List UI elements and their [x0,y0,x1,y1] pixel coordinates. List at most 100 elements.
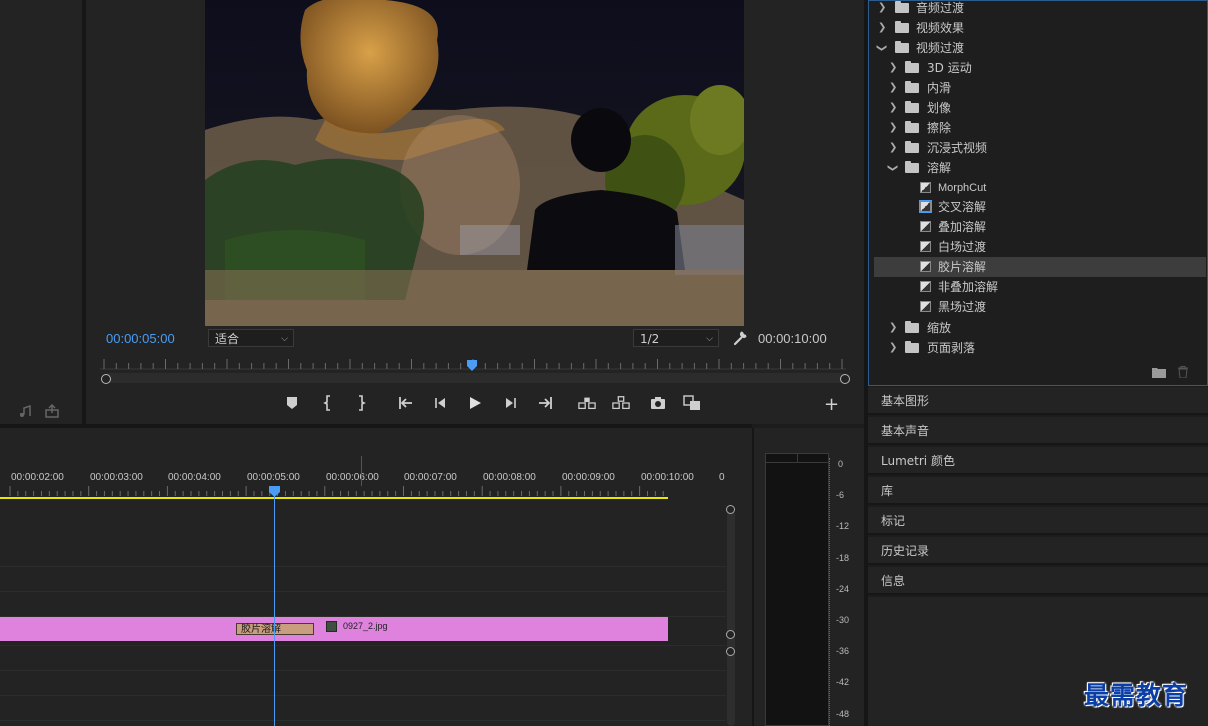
panel-libraries[interactable]: 库 [868,477,1208,505]
export-frame-icon[interactable] [44,404,60,418]
meter-scale-line [829,458,831,726]
zoom-level-value: 适合 [215,332,240,346]
chevron-down-icon[interactable]: ❯ [871,44,891,52]
chevron-right-icon[interactable]: ❯ [889,58,897,78]
chevron-right-icon[interactable]: ❯ [889,78,897,98]
transition-effect-icon [920,241,931,252]
meter-peak-right[interactable] [797,454,828,463]
tree-effect-cross-dissolve[interactable]: 交叉溶解 [869,197,1207,217]
timeline-playhead-line[interactable] [274,488,275,726]
export-frame-camera-icon[interactable] [649,394,667,412]
tree-folder-slide[interactable]: ❯ 内滑 [869,78,1207,98]
step-forward-icon[interactable] [502,394,520,412]
chevron-right-icon[interactable]: ❯ [889,118,897,138]
duration-timecode: 00:00:10:00 [758,331,827,346]
tree-folder-page-peel[interactable]: ❯ 页面剥落 [869,338,1207,358]
zoom-level-dropdown[interactable]: 适合 ⌵ [208,329,294,347]
tree-folder-dissolve[interactable]: ❯ 溶解 [869,158,1207,178]
go-to-out-icon[interactable] [536,394,554,412]
tree-folder-wipe[interactable]: ❯ 擦除 [869,118,1207,138]
work-area-bar[interactable] [0,497,668,499]
tree-folder-iris[interactable]: ❯ 划像 [869,98,1207,118]
tree-folder-video-effects[interactable]: ❯ 视频效果 [869,18,1207,38]
tree-effect-dip-to-black[interactable]: 黑场过渡 [869,297,1207,317]
trash-icon[interactable] [1177,366,1189,378]
tree-folder-video-transitions[interactable]: ❯ 视频过渡 [869,38,1207,58]
tree-label: 非叠加溶解 [938,280,999,294]
watermark-logo: 最需教育 [1084,681,1189,710]
tree-effect-film-dissolve[interactable]: 胶片溶解 [874,257,1206,277]
new-bin-folder-icon[interactable] [1152,366,1166,378]
mark-out-icon[interactable] [352,394,370,412]
timeline-vertical-scrollbar[interactable] [725,504,737,726]
panel-essential-sound[interactable]: 基本声音 [868,417,1208,445]
tree-label: 白场过渡 [938,240,987,254]
tree-effect-dip-to-white[interactable]: 白场过渡 [869,237,1207,257]
scrollbar-track[interactable] [727,510,735,726]
tree-label: 音频过渡 [916,1,965,15]
chevron-down-icon[interactable]: ❯ [882,164,902,172]
audio-export-icon[interactable] [18,405,34,419]
tree-effect-additive-dissolve[interactable]: 叠加溶解 [869,217,1207,237]
chevron-right-icon[interactable]: ❯ [889,338,897,358]
add-marker-icon[interactable] [283,394,301,412]
timeline-playhead[interactable] [269,486,280,497]
tree-folder-zoom[interactable]: ❯ 缩放 [869,318,1207,338]
comparison-view-icon[interactable] [683,394,701,412]
ruler-label: 00:00:10:00 [641,472,694,483]
tree-label: 黑场过渡 [938,300,987,314]
panel-history[interactable]: 历史记录 [868,537,1208,565]
extract-icon[interactable] [612,394,630,412]
panel-info[interactable]: 信息 [868,567,1208,595]
db-label: 0 [838,459,844,469]
tree-effect-non-additive-dissolve[interactable]: 非叠加溶解 [869,277,1207,297]
current-timecode[interactable]: 00:00:05:00 [106,331,175,346]
timeline-ruler-ticks[interactable] [0,484,668,496]
chevron-right-icon[interactable]: ❯ [889,138,897,158]
monitor-zoom-scrollbar[interactable] [105,373,846,383]
db-label: -18 [836,553,850,563]
folder-icon [895,21,909,33]
film-dissolve-transition[interactable]: 胶片溶解 [236,623,314,635]
panel-markers[interactable]: 标记 [868,507,1208,535]
zoom-scrollbar-left-handle[interactable] [101,374,111,384]
tree-folder-3d-motion[interactable]: ❯ 3D 运动 [869,58,1207,78]
playback-resolution-dropdown[interactable]: 1/2 ⌵ [633,329,719,347]
wrench-settings-icon[interactable] [732,330,748,346]
tree-folder-audio-transitions[interactable]: ❯ 音频过渡 [869,0,1207,18]
ruler-label: 00:00:04:00 [168,472,221,483]
scrollbar-handle-top[interactable] [726,647,735,656]
tree-label: 视频效果 [916,21,965,35]
tree-label: 溶解 [927,161,952,175]
panel-lumetri-color[interactable]: Lumetri 颜色 [868,447,1208,475]
tree-folder-immersive-video[interactable]: ❯ 沉浸式视频 [869,138,1207,158]
lift-icon[interactable] [578,394,596,412]
meter-peak-left[interactable] [766,454,798,463]
tree-effect-morphcut[interactable]: MorphCut [869,178,1207,198]
chevron-right-icon[interactable]: ❯ [878,18,886,38]
chevron-right-icon[interactable]: ❯ [889,98,897,118]
scrollbar-handle-bottom[interactable] [726,630,735,639]
timeline-marker-line [361,456,362,486]
play-icon[interactable] [466,394,484,412]
chevron-right-icon[interactable]: ❯ [889,318,897,338]
zoom-scrollbar-right-handle[interactable] [840,374,850,384]
scrollbar-handle-top[interactable] [726,505,735,514]
db-label: -6 [836,490,845,500]
track-divider [0,670,726,671]
button-editor-add-button[interactable]: + [824,396,839,414]
monitor-playhead[interactable] [467,360,477,371]
mark-in-icon[interactable] [319,394,337,412]
tree-label: 叠加溶解 [938,220,987,234]
track-divider [0,645,726,646]
tree-label: 缩放 [927,321,952,335]
playback-resolution-value: 1/2 [640,332,660,346]
panel-essential-graphics[interactable]: 基本图形 [868,387,1208,415]
go-to-in-icon[interactable] [397,394,415,412]
panel-divider[interactable] [0,424,752,428]
tree-label: 胶片溶解 [938,260,987,274]
folder-icon [905,341,919,353]
step-back-icon[interactable] [431,394,449,412]
chevron-right-icon[interactable]: ❯ [878,0,886,18]
image-clip-icon [326,621,337,632]
